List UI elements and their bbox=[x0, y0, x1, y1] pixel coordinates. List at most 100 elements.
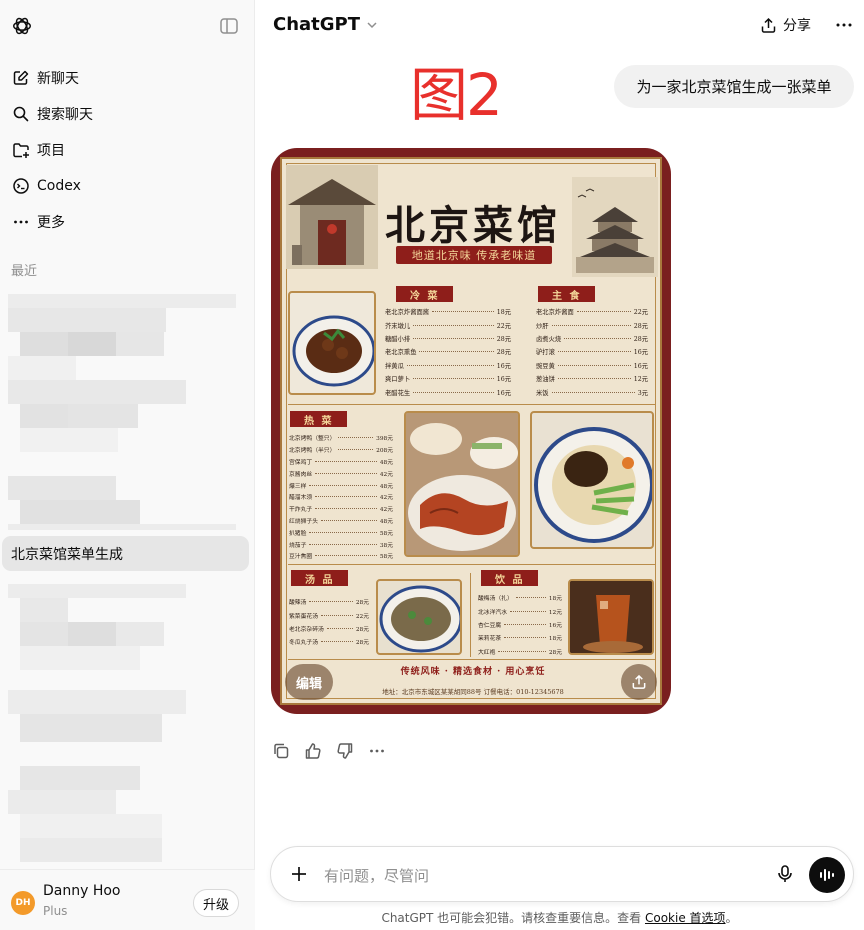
menu-list-hot: 北京烤鸭（整只） 398元 北京烤鸭（半只） 208元 宫保鸡丁 48元 京酱肉丝 42… bbox=[289, 432, 393, 562]
upgrade-button[interactable]: 升级 bbox=[193, 889, 239, 917]
share-button[interactable]: 分享 bbox=[760, 15, 811, 35]
menu-item: 爽口萝卜 16元 bbox=[385, 376, 511, 384]
sidebar: 新聊天 搜索聊天 项目 Codex 更多 最近 北京菜馆菜单生成 DH Dann… bbox=[0, 0, 255, 930]
blurred-chat-history-top bbox=[0, 290, 255, 530]
menu-list-cold: 老北京炸酱面酱 18元 芥末墩儿 22元 糖醋小排 28元 老北京熏鱼 28元 拌黄瓜 1… bbox=[385, 305, 511, 399]
edit-image-button[interactable]: 编辑 bbox=[285, 664, 333, 700]
sidebar-chat-active[interactable]: 北京菜馆菜单生成 bbox=[2, 536, 249, 571]
search-icon bbox=[11, 104, 31, 124]
chat-main: ChatGPT 分享 图2 为一家北京菜馆生成一张菜单 北京菜馆 地道北京味 传… bbox=[255, 0, 864, 930]
disclaimer-text: ChatGPT 也可能会犯错。请核查重要信息。查看 bbox=[381, 911, 645, 925]
menu-item: 杏仁豆腐 16元 bbox=[478, 622, 562, 629]
menu-item: 醋溜木须 42元 bbox=[289, 495, 393, 502]
more-actions-button[interactable] bbox=[367, 741, 387, 761]
nav-label: 项目 bbox=[37, 143, 65, 159]
nav-label: 更多 bbox=[37, 215, 65, 231]
generated-image[interactable]: 北京菜馆 地道北京味 传承老味道 冷 菜 老北京炸酱面酱 18元 芥末墩儿 22元 … bbox=[271, 148, 671, 714]
menu-item: 豆汁焦圈 58元 bbox=[289, 554, 393, 561]
image-share-button[interactable] bbox=[621, 664, 657, 700]
thumbs-up-icon bbox=[305, 743, 321, 759]
sidebar-nav: 新聊天 搜索聊天 项目 Codex 更多 bbox=[0, 60, 255, 240]
menu-item: 米饭 3元 bbox=[536, 389, 648, 397]
dish-photo-plum-drink bbox=[568, 579, 654, 655]
menu-item: 酸梅汤（扎） 18元 bbox=[478, 596, 562, 603]
nav-more[interactable]: 更多 bbox=[0, 204, 255, 240]
message-actions bbox=[271, 741, 399, 761]
menu-item: 北京烤鸭（整只） 398元 bbox=[289, 436, 393, 443]
thumbs-down-button[interactable] bbox=[335, 741, 355, 761]
menu-item: 爆三样 48元 bbox=[289, 483, 393, 490]
recent-section-label: 最近 bbox=[11, 264, 38, 279]
edit-label: 编辑 bbox=[295, 676, 322, 692]
menu-poster: 北京菜馆 地道北京味 传承老味道 冷 菜 老北京炸酱面酱 18元 芥末墩儿 22元 … bbox=[280, 157, 662, 705]
menu-item: 芥末墩儿 22元 bbox=[385, 322, 511, 330]
section-tag-hot: 热 菜 bbox=[290, 411, 348, 427]
thumbs-up-button[interactable] bbox=[303, 741, 323, 761]
menu-item: 红烧狮子头 48元 bbox=[289, 518, 393, 525]
menu-item: 老北京炸酱面 22元 bbox=[536, 309, 648, 317]
nav-new-chat[interactable]: 新聊天 bbox=[0, 60, 255, 96]
menu-item: 冬瓜丸子汤 28元 bbox=[289, 640, 369, 647]
menu-item: 卤煮火烧 28元 bbox=[536, 335, 648, 343]
section-tag-staple: 主 食 bbox=[538, 286, 596, 302]
dish-photo-roast-duck bbox=[404, 411, 520, 557]
menu-item: 酸辣汤 28元 bbox=[289, 600, 369, 607]
openai-logo-icon[interactable] bbox=[11, 15, 33, 37]
microphone-icon[interactable] bbox=[776, 864, 794, 884]
menu-item: 老北京熏鱼 28元 bbox=[385, 349, 511, 357]
message-composer[interactable]: 有问题，尽管问 bbox=[270, 846, 854, 902]
copy-button[interactable] bbox=[271, 741, 291, 761]
nav-label: 搜索聊天 bbox=[37, 107, 93, 123]
share-icon bbox=[632, 674, 646, 689]
section-tag-soup: 汤 品 bbox=[291, 570, 349, 586]
more-options-icon[interactable] bbox=[835, 16, 853, 34]
menu-item: 糖醋小排 28元 bbox=[385, 335, 511, 343]
composer-placeholder[interactable]: 有问题，尽管问 bbox=[324, 865, 429, 886]
menu-item: 北冰洋汽水 12元 bbox=[478, 609, 562, 616]
nav-search-chats[interactable]: 搜索聊天 bbox=[0, 96, 255, 132]
plus-icon[interactable] bbox=[289, 864, 309, 884]
share-label: 分享 bbox=[783, 18, 811, 34]
menu-item: 烧茄子 38元 bbox=[289, 542, 393, 549]
nav-codex[interactable]: Codex bbox=[0, 168, 255, 204]
copy-icon bbox=[274, 743, 289, 759]
sidebar-toggle-icon[interactable] bbox=[219, 16, 239, 36]
figure-annotation: 图2 bbox=[410, 61, 503, 129]
model-name: ChatGPT bbox=[273, 14, 361, 35]
menu-item: 京酱肉丝 42元 bbox=[289, 471, 393, 478]
menu-item: 老北京炸酱面酱 18元 bbox=[385, 309, 511, 317]
menu-footer-slogan: 传统风味 · 精选食材 · 用心烹饪 bbox=[400, 667, 546, 677]
section-tag-drink: 饮 品 bbox=[481, 570, 539, 586]
voice-wave-icon bbox=[820, 869, 834, 881]
menu-item: 豌豆黄 16元 bbox=[536, 362, 648, 370]
menu-item: 干炸丸子 42元 bbox=[289, 507, 393, 514]
menu-item: 炒肝 28元 bbox=[536, 322, 648, 330]
menu-address: 地址：北京市东城区某某胡同88号 订餐电话：010-12345678 bbox=[382, 688, 564, 696]
nav-projects[interactable]: 项目 bbox=[0, 132, 255, 168]
user-message-bubble: 为一家北京菜馆生成一张菜单 bbox=[614, 65, 854, 108]
dish-photo-soup bbox=[376, 579, 462, 655]
section-tag-cold: 冷 菜 bbox=[396, 286, 454, 302]
menu-list-drink: 酸梅汤（扎） 18元 北冰洋汽水 12元 杏仁豆腐 16元 茉莉花茶 18元 大红袍 28… bbox=[478, 591, 562, 658]
menu-list-staple: 老北京炸酱面 22元 炒肝 28元 卤煮火烧 28元 驴打滚 16元 豌豆黄 16元 葱油… bbox=[536, 305, 648, 399]
model-selector[interactable]: ChatGPT bbox=[273, 14, 378, 35]
cookie-preferences-link[interactable]: Cookie 首选项 bbox=[645, 911, 726, 925]
chat-title: 北京菜馆菜单生成 bbox=[11, 546, 123, 563]
menu-item: 大红袍 28元 bbox=[478, 649, 562, 656]
user-name: Danny Hoo bbox=[43, 883, 121, 899]
share-icon bbox=[761, 17, 776, 33]
menu-item: 茉莉花茶 18元 bbox=[478, 636, 562, 643]
disclaimer: ChatGPT 也可能会犯错。请核查重要信息。查看 Cookie 首选项。 bbox=[255, 909, 864, 926]
user-account-row[interactable]: DH Danny Hoo Plus 升级 bbox=[0, 869, 255, 930]
menu-title: 北京菜馆 bbox=[385, 202, 561, 249]
folder-plus-icon bbox=[11, 140, 31, 160]
avatar: DH bbox=[11, 891, 35, 915]
codex-icon bbox=[11, 176, 31, 196]
user-message-text: 为一家北京菜馆生成一张菜单 bbox=[636, 78, 832, 96]
dish-photo-zhajiang-noodles bbox=[530, 411, 654, 549]
app-window: 新聊天 搜索聊天 项目 Codex 更多 最近 北京菜馆菜单生成 DH Dann… bbox=[0, 0, 864, 930]
voice-mode-button[interactable] bbox=[809, 857, 845, 893]
menu-subtitle: 地道北京味 传承老味道 bbox=[396, 246, 552, 264]
menu-list-soup: 酸辣汤 28元 紫菜蛋花汤 22元 老北京杂碎汤 28元 冬瓜丸子汤 28元 bbox=[289, 595, 369, 649]
menu-item: 驴打滚 16元 bbox=[536, 349, 648, 357]
